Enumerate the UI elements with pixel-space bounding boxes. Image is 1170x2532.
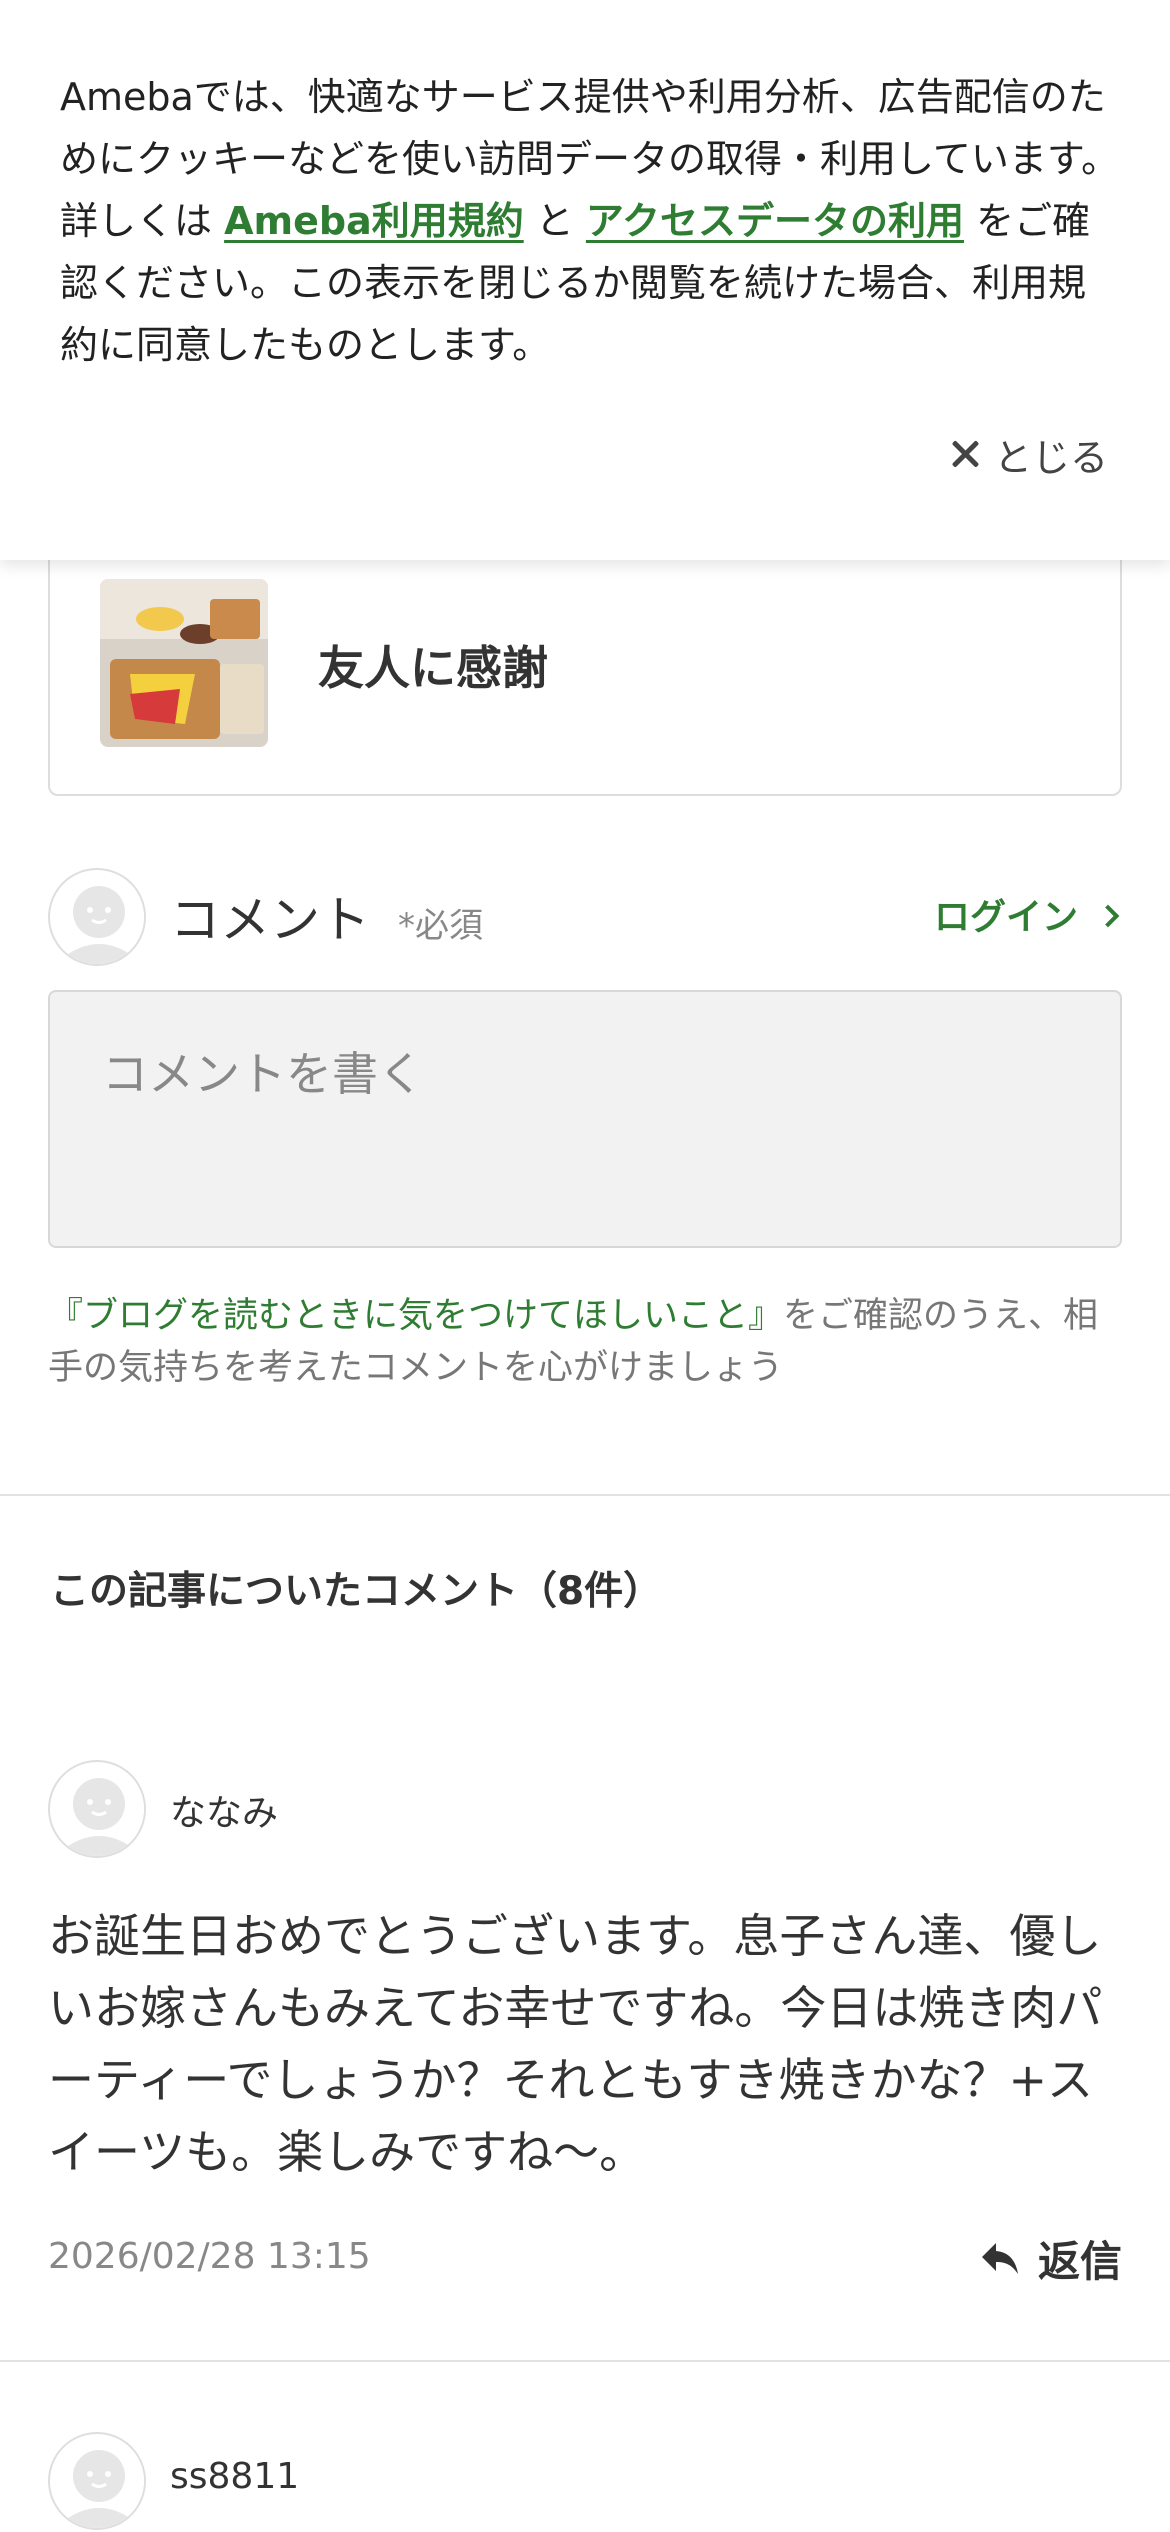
guideline-link[interactable]: 『ブログを読むときに気をつけてほしいこと』 bbox=[48, 1296, 783, 1336]
comment-date: 2026/02/28 13:15 bbox=[48, 2236, 371, 2277]
comments-heading: この記事についたコメント（8件） bbox=[50, 1569, 663, 1614]
cookie-banner: Amebaでは、快適なサービス提供や利用分析、広告配信のためにクッキーなどを使い… bbox=[0, 0, 1170, 560]
comment-divider bbox=[0, 2360, 1170, 2362]
cookie-close-label: とじる bbox=[993, 435, 1108, 480]
reply-icon bbox=[981, 2242, 1018, 2274]
reply-button[interactable]: 返信 bbox=[980, 2228, 1122, 2289]
comment-label: コメント bbox=[170, 891, 370, 949]
comment-body: お誕生日おめでとうございます。息子さん達、優しいお嫁さんもみえてお幸せですね。今… bbox=[48, 1909, 1103, 2179]
avatar-icon bbox=[52, 872, 144, 964]
chevron-right-icon bbox=[1096, 904, 1120, 928]
comment-guideline: 『ブログを読むときに気をつけてほしいこと』をご確認のうえ、相手の気持ちを考えたコ… bbox=[48, 1290, 1128, 1394]
comment-form-heading: コメント *必須 bbox=[170, 880, 483, 952]
commenter-avatar bbox=[48, 1760, 146, 1858]
commenter-name[interactable]: ss8811 bbox=[170, 2456, 299, 2497]
required-label: *必須 bbox=[398, 906, 483, 946]
cookie-close-button[interactable]: とじる bbox=[950, 424, 1108, 484]
section-divider bbox=[0, 1494, 1170, 1496]
terms-link[interactable]: Ameba利用規約 bbox=[224, 199, 524, 243]
article-thumbnail bbox=[100, 579, 268, 747]
comment-input[interactable] bbox=[48, 990, 1122, 1248]
avatar-icon bbox=[52, 1764, 144, 1856]
login-label: ログイン bbox=[933, 897, 1078, 938]
page: Amebaでは、快適なサービス提供や利用分析、広告配信のためにクッキーなどを使い… bbox=[0, 0, 1170, 2532]
access-data-link[interactable]: アクセスデータの利用 bbox=[586, 199, 964, 243]
commenter-name[interactable]: ななみ bbox=[170, 1784, 278, 1836]
commenter-avatar bbox=[48, 2432, 146, 2530]
user-avatar bbox=[48, 868, 146, 966]
cookie-text-part-2: と bbox=[523, 199, 586, 243]
avatar-icon bbox=[52, 2436, 144, 2528]
login-link[interactable]: ログイン bbox=[933, 888, 1120, 940]
cookie-text: Amebaでは、快適なサービス提供や利用分析、広告配信のためにクッキーなどを使い… bbox=[60, 66, 1120, 376]
article-card[interactable]: 友人に感謝 bbox=[48, 530, 1122, 796]
reply-label: 返信 bbox=[1037, 2237, 1122, 2286]
close-icon bbox=[950, 439, 980, 469]
article-title: 友人に感謝 bbox=[318, 641, 548, 695]
